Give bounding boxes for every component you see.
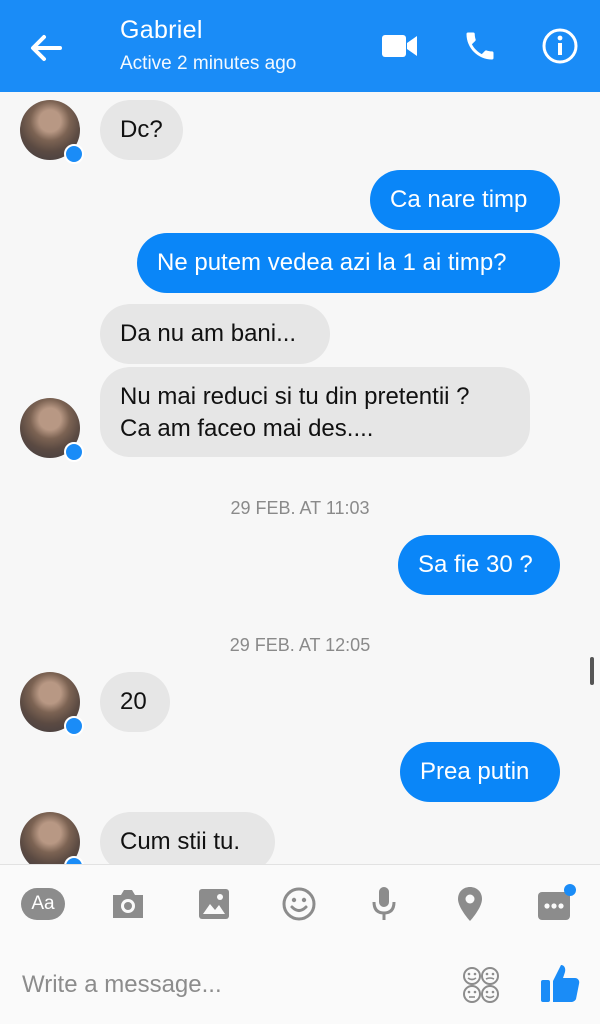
message-thread[interactable]: Dc? Ca nare timp Ne putem vedea azi la 1… [0, 92, 600, 864]
scrollbar-thumb[interactable] [590, 657, 594, 685]
active-status: Active 2 minutes ago [120, 53, 297, 74]
back-button[interactable] [22, 24, 70, 72]
location-button[interactable] [447, 881, 493, 927]
outgoing-message[interactable]: Ne putem vedea azi la 1 ai timp? [137, 233, 560, 293]
outgoing-message[interactable]: Prea putin [400, 742, 560, 802]
message-input[interactable] [20, 964, 444, 1006]
messenger-badge-icon [64, 442, 84, 462]
like-button[interactable] [538, 960, 582, 1006]
info-icon [542, 28, 578, 64]
incoming-message[interactable]: Nu mai reduci si tu din pretentii ? Ca a… [100, 367, 530, 457]
incoming-message[interactable]: 20 [100, 672, 170, 732]
like-icon [541, 965, 580, 1002]
messenger-badge-icon [64, 144, 84, 164]
emoji-button[interactable] [276, 881, 322, 927]
stickers-icon [463, 967, 499, 1003]
camera-button[interactable] [105, 881, 151, 927]
timestamp: 29 FEB. AT 12:05 [229, 635, 371, 655]
incoming-message[interactable]: Dc? [100, 100, 183, 160]
gallery-button[interactable] [191, 881, 237, 927]
more-icon [538, 884, 576, 920]
messenger-badge-icon [64, 716, 84, 736]
incoming-message[interactable]: Cum stii tu. [100, 812, 275, 864]
emoji-icon [282, 887, 316, 921]
text-mode-button[interactable]: Aa [20, 881, 66, 927]
incoming-message[interactable]: Da nu am bani... [100, 304, 330, 364]
contact-avatar[interactable] [20, 812, 84, 864]
phone-call-button[interactable] [458, 22, 502, 70]
text-mode-icon: Aa [21, 888, 65, 920]
back-arrow-icon [31, 35, 62, 61]
location-icon [458, 887, 482, 921]
voice-clip-button[interactable] [361, 881, 407, 927]
outgoing-message[interactable]: Sa fie 30 ? [398, 535, 560, 595]
outgoing-message[interactable]: Ca nare timp [370, 170, 560, 230]
info-button[interactable] [538, 22, 582, 70]
timestamp: 29 FEB. AT 11:03 [230, 498, 370, 518]
contact-avatar[interactable] [20, 100, 84, 164]
contact-name[interactable]: Gabriel [120, 16, 203, 45]
stickers-button[interactable] [460, 964, 504, 1008]
phone-icon [466, 32, 494, 60]
gallery-icon [199, 889, 229, 919]
microphone-icon [372, 887, 396, 920]
video-call-button[interactable] [378, 22, 422, 70]
conversation-header: Gabriel Active 2 minutes ago [0, 0, 600, 92]
message-composer [0, 944, 600, 1024]
more-options-button[interactable] [533, 881, 579, 927]
camera-icon [113, 890, 143, 918]
contact-avatar[interactable] [20, 398, 84, 462]
compose-toolbar: Aa [0, 864, 600, 945]
contact-avatar[interactable] [20, 672, 84, 736]
video-call-icon [382, 35, 417, 57]
messenger-badge-icon [64, 856, 84, 864]
